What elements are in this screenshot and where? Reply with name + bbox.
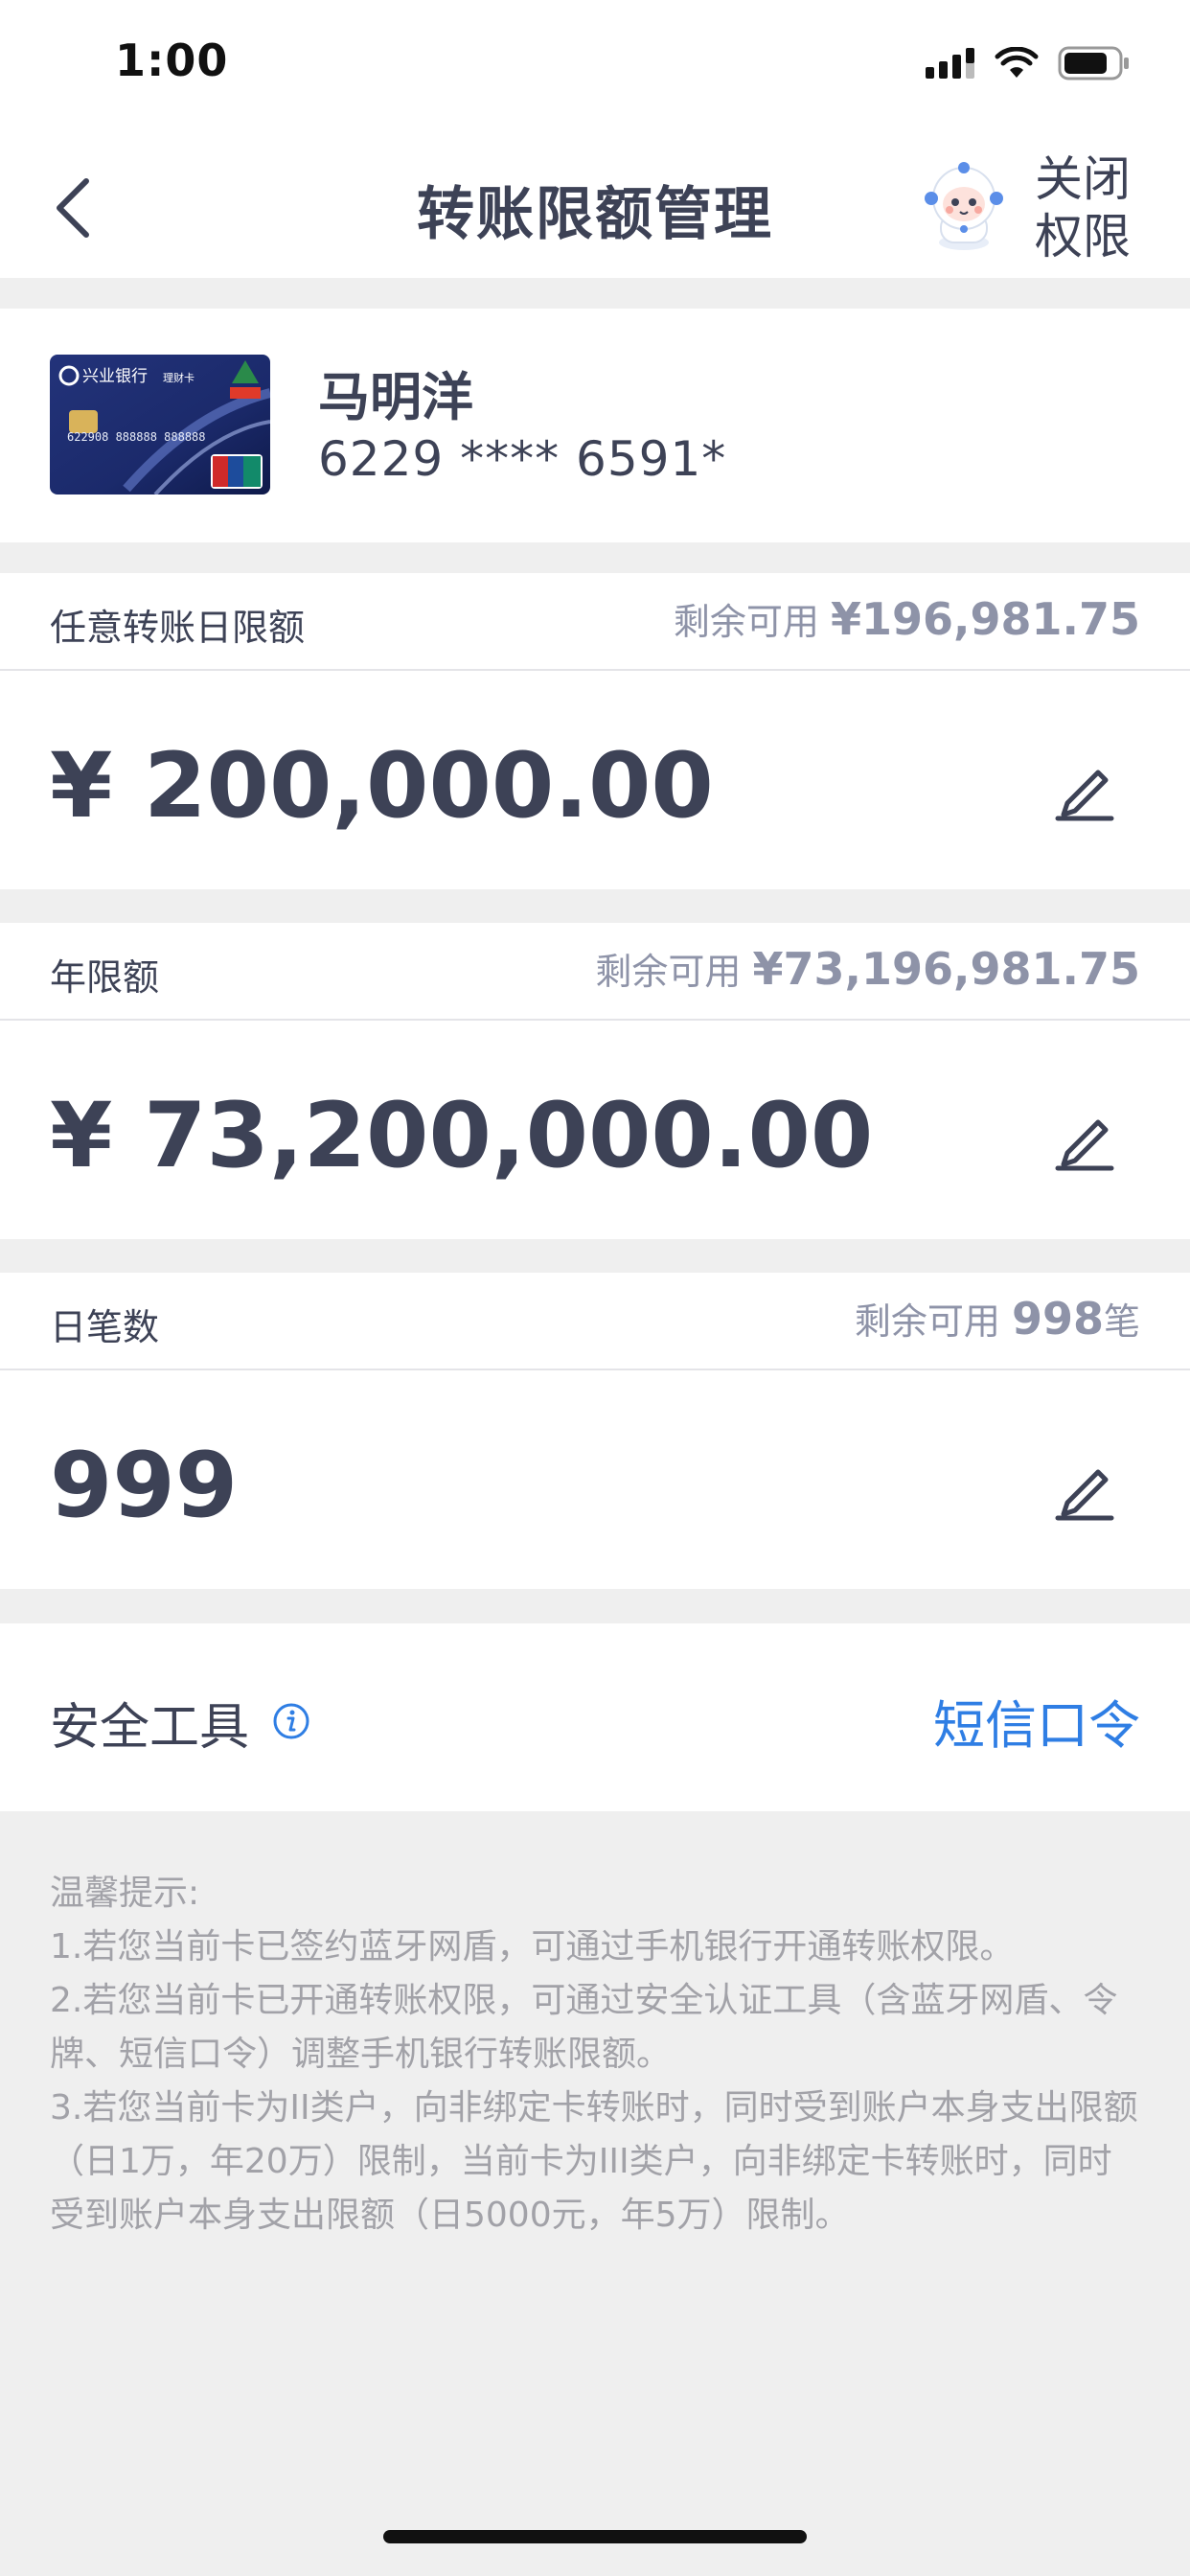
nav-bar: 转账限额管理 关闭权限 [0, 129, 1190, 278]
tip-item: 3.若您当前卡为II类户，向非绑定卡转账时，同时受到账户本身支出限额（日1万，年… [50, 2088, 1138, 2235]
page-title: 转账限额管理 [417, 181, 773, 248]
daily-count-section: 日笔数 剩余可用 998笔 999 [0, 1273, 1190, 1589]
status-time: 1:00 [115, 34, 229, 86]
tip-item: 2.若您当前卡已开通转账权限，可通过安全认证工具（含蓝牙网盾、令牌、短信口令）调… [50, 1981, 1118, 2074]
edit-icon[interactable] [1052, 1105, 1117, 1172]
bank-card-type: 理财卡 [163, 371, 195, 384]
security-method-link[interactable]: 短信口令 [933, 1683, 1140, 1759]
wifi-icon [995, 47, 1039, 78]
home-indicator[interactable] [383, 2530, 807, 2543]
mascot-icon[interactable] [920, 158, 1008, 254]
edit-icon[interactable] [1052, 755, 1117, 822]
limit-label: 日笔数 [50, 1306, 160, 1348]
info-icon[interactable] [272, 1702, 310, 1740]
status-icons [926, 44, 1131, 82]
remaining-available: 剩余可用 998笔 [855, 1292, 1140, 1345]
security-tool-row[interactable]: 安全工具 短信口令 [0, 1623, 1190, 1811]
limit-label: 年限额 [50, 956, 160, 999]
remaining-suffix: 笔 [1103, 1300, 1140, 1343]
tip-item: 1.若您当前卡已签约蓝牙网盾，可通过手机银行开通转账权限。 [50, 1927, 1015, 1966]
limit-value: ¥ 200,000.00 [50, 734, 714, 839]
bank-card-image: 兴业银行 理财卡 622908 888888 888888 [50, 355, 270, 494]
limit-header: 年限额 剩余可用 ¥73,196,981.75 [0, 923, 1190, 1021]
battery-icon [1058, 46, 1129, 80]
card-number: 6229 **** 6591* [318, 431, 727, 487]
card-holder-name: 马明洋 [318, 367, 473, 427]
limit-header: 日笔数 剩余可用 998笔 [0, 1273, 1190, 1370]
card-section: 兴业银行 理财卡 622908 888888 888888 马明洋 6229 *… [0, 309, 1190, 542]
edit-icon[interactable] [1052, 1455, 1117, 1522]
limit-label: 任意转账日限额 [50, 607, 306, 649]
daily-limit-section: 任意转账日限额 剩余可用 ¥196,981.75 ¥ 200,000.00 [0, 573, 1190, 889]
remaining-prefix: 剩余可用 [854, 1300, 1012, 1343]
annual-limit-section: 年限额 剩余可用 ¥73,196,981.75 ¥ 73,200,000.00 [0, 923, 1190, 1239]
signal-icon [926, 48, 974, 79]
security-tool-label: 安全工具 [50, 1699, 250, 1757]
tips-title: 温馨提示: [50, 1874, 200, 1913]
remaining-amount: ¥196,981.75 [830, 593, 1140, 645]
tips-section: 温馨提示: 1.若您当前卡已签约蓝牙网盾，可通过手机银行开通转账权限。 2.若您… [50, 1867, 1142, 2242]
limit-value: 999 [50, 1434, 239, 1538]
limit-header: 任意转账日限额 剩余可用 ¥196,981.75 [0, 573, 1190, 671]
close-permission-button[interactable]: 关闭权限 [1035, 150, 1140, 265]
status-bar: 1:00 [0, 0, 1190, 129]
limit-value: ¥ 73,200,000.00 [50, 1084, 874, 1188]
remaining-available: 剩余可用 ¥73,196,981.75 [595, 942, 1140, 995]
remaining-amount: 998 [1011, 1293, 1104, 1345]
bank-card-bank-name: 兴业银行 [82, 367, 148, 386]
remaining-prefix: 剩余可用 [673, 601, 831, 643]
remaining-amount: ¥73,196,981.75 [752, 943, 1141, 995]
bank-card-digits: 622908 888888 888888 [67, 430, 206, 444]
remaining-prefix: 剩余可用 [595, 951, 753, 993]
remaining-available: 剩余可用 ¥196,981.75 [674, 592, 1140, 645]
